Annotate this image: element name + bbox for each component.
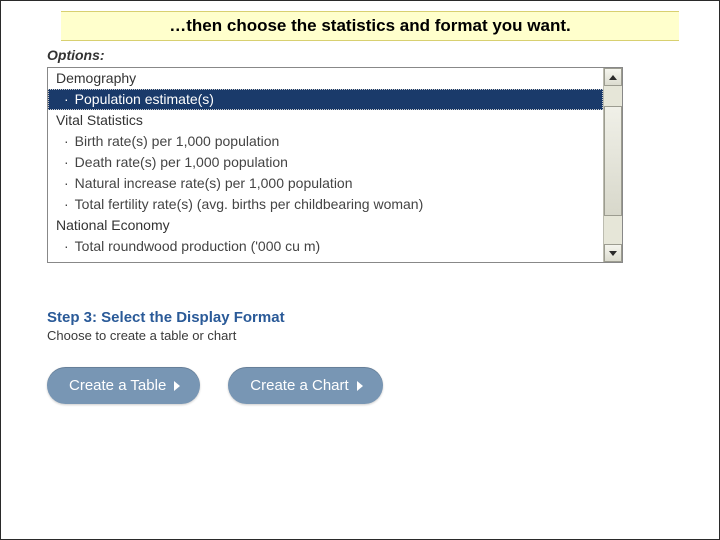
chevron-right-icon [357,381,363,391]
option-group-demography[interactable]: Demography [48,68,603,89]
option-item-label: Birth rate(s) per 1,000 population [75,133,280,149]
option-item-wheat[interactable]: · Wheat production (metric tons) [48,257,603,262]
scroll-up-button[interactable] [604,68,622,86]
option-item-label: Natural increase rate(s) per 1,000 popul… [75,175,353,191]
create-chart-button[interactable]: Create a Chart [228,367,382,404]
option-item-label: Death rate(s) per 1,000 population [75,154,288,170]
options-listbox-inner[interactable]: Demography · Population estimate(s) Vital… [48,68,603,262]
step3-subtitle: Choose to create a table or chart [47,328,719,343]
option-item-roundwood[interactable]: · Total roundwood production ('000 cu m) [48,236,603,257]
bullet-icon: · [64,196,69,212]
option-group-national-economy[interactable]: National Economy [48,215,603,236]
button-label: Create a Chart [250,377,348,394]
chevron-right-icon [174,381,180,391]
option-item-natural-increase[interactable]: · Natural increase rate(s) per 1,000 popu… [48,173,603,194]
bullet-icon: · [64,133,69,149]
scroll-track[interactable] [604,86,622,244]
bullet-icon: · [64,238,69,254]
bullet-icon: · [64,175,69,191]
option-item-label: Total fertility rate(s) (avg. births per… [75,196,424,212]
option-item-total-fertility[interactable]: · Total fertility rate(s) (avg. births pe… [48,194,603,215]
arrow-down-icon [609,251,617,256]
option-item-birth-rate[interactable]: · Birth rate(s) per 1,000 population [48,131,603,152]
bullet-icon: · [64,259,69,262]
bullet-icon: · [64,154,69,170]
option-group-vital-statistics[interactable]: Vital Statistics [48,110,603,131]
step3-title: Step 3: Select the Display Format [47,309,719,326]
button-label: Create a Table [69,377,166,394]
bullet-icon: · [64,91,69,107]
scrollbar[interactable] [603,68,622,262]
format-button-row: Create a Table Create a Chart [47,367,719,404]
create-table-button[interactable]: Create a Table [47,367,200,404]
arrow-up-icon [609,75,617,80]
instruction-banner: …then choose the statistics and format y… [61,11,679,41]
option-item-label: Population estimate(s) [75,91,214,107]
scroll-down-button[interactable] [604,244,622,262]
options-label: Options: [47,47,719,63]
options-listbox[interactable]: Demography · Population estimate(s) Vital… [47,67,623,263]
option-item-label: Total roundwood production ('000 cu m) [75,238,320,254]
scroll-thumb[interactable] [604,106,622,216]
option-item-label: Wheat production (metric tons) [75,259,266,262]
option-item-death-rate[interactable]: · Death rate(s) per 1,000 population [48,152,603,173]
option-item-population-estimates[interactable]: · Population estimate(s) [48,89,603,110]
